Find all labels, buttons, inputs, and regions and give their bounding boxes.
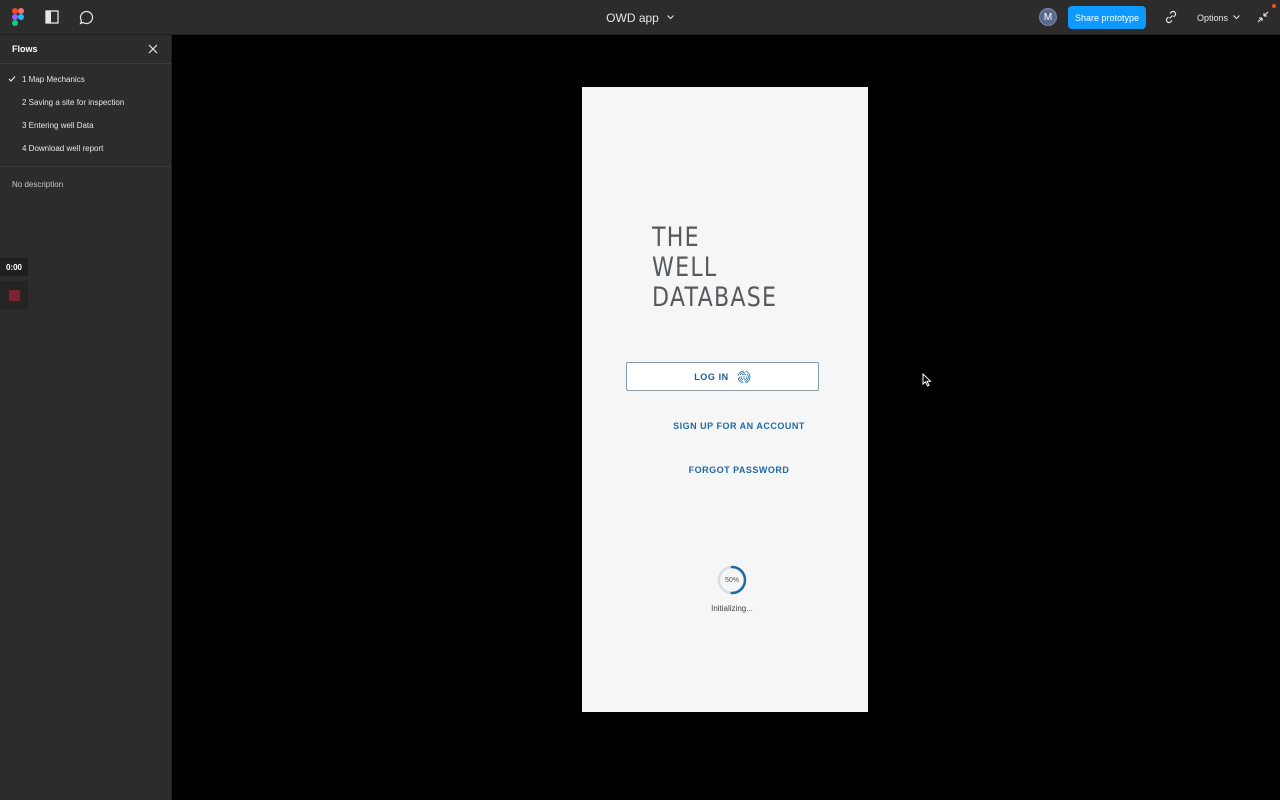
app-frame: THE WELL DATABASE LOG IN SIGN UP FOR AN … bbox=[582, 87, 868, 712]
avatar[interactable]: M bbox=[1039, 8, 1057, 26]
login-button[interactable]: LOG IN bbox=[626, 362, 819, 391]
flow-item-label: 1 Map Mechanics bbox=[22, 75, 85, 84]
chevron-down-icon bbox=[1233, 15, 1240, 20]
options-menu[interactable]: Options bbox=[1197, 0, 1240, 35]
sidebar-toggle-icon[interactable] bbox=[43, 8, 61, 26]
progress-percent: 50% bbox=[724, 576, 739, 584]
fingerprint-icon bbox=[737, 370, 751, 383]
file-title-button[interactable]: OWD app bbox=[606, 11, 674, 25]
flow-item-label: 3 Entering well Data bbox=[22, 121, 94, 130]
sidebar-header: Flows bbox=[0, 35, 171, 64]
stop-recording-button[interactable] bbox=[0, 281, 28, 309]
share-prototype-button[interactable]: Share prototype bbox=[1068, 6, 1146, 29]
notification-dot bbox=[1272, 4, 1276, 8]
flow-list: 1 Map Mechanics 2 Saving a site for insp… bbox=[0, 64, 171, 167]
flow-description: No description bbox=[12, 180, 64, 189]
app-logo-text: THE WELL DATABASE bbox=[652, 223, 777, 313]
flow-item-map-mechanics[interactable]: 1 Map Mechanics bbox=[0, 68, 171, 91]
figma-logo-icon[interactable] bbox=[9, 8, 27, 26]
stop-icon bbox=[8, 289, 20, 301]
flow-item-saving-site[interactable]: 2 Saving a site for inspection bbox=[0, 91, 171, 114]
mouse-cursor-icon bbox=[922, 373, 932, 387]
status-text: Initializing... bbox=[711, 604, 753, 613]
brand-line: DATABASE bbox=[652, 282, 778, 313]
flows-sidebar: Flows 1 Map Mechanics 2 Saving a site fo… bbox=[0, 35, 172, 800]
brand-line: THE bbox=[652, 222, 700, 253]
sidebar-title: Flows bbox=[12, 44, 38, 54]
recording-timer: 0:00 bbox=[0, 258, 28, 276]
link-icon[interactable] bbox=[1163, 9, 1179, 25]
chevron-down-icon bbox=[666, 15, 674, 20]
close-icon[interactable] bbox=[147, 43, 159, 55]
forgot-password-link[interactable]: FORGOT PASSWORD bbox=[582, 465, 896, 475]
minimize-icon[interactable] bbox=[1256, 10, 1270, 24]
options-label: Options bbox=[1197, 12, 1229, 23]
login-label: LOG IN bbox=[694, 371, 729, 382]
flow-item-entering-data[interactable]: 3 Entering well Data bbox=[0, 114, 171, 137]
top-toolbar: OWD app M Share prototype Options bbox=[0, 0, 1280, 35]
checkmark-icon bbox=[8, 76, 16, 82]
signup-link[interactable]: SIGN UP FOR AN ACCOUNT bbox=[582, 421, 896, 431]
flow-item-label: 4 Download well report bbox=[22, 144, 104, 153]
brand-line: WELL bbox=[652, 252, 718, 283]
comment-icon[interactable] bbox=[77, 8, 95, 26]
file-title: OWD app bbox=[606, 10, 659, 25]
flow-item-label: 2 Saving a site for inspection bbox=[22, 98, 125, 107]
flow-item-download-report[interactable]: 4 Download well report bbox=[0, 137, 171, 160]
